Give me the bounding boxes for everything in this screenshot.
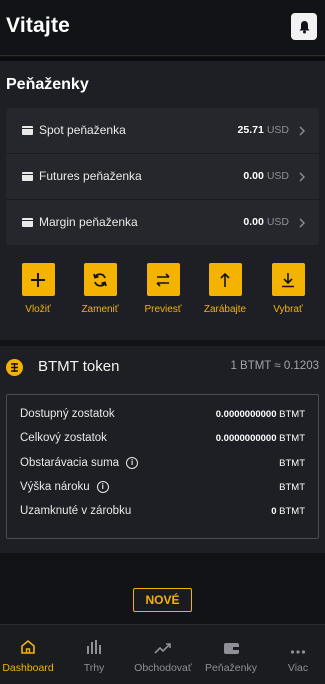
token-row: Obstarávacia suma i BTMT [7, 454, 318, 474]
wallet-card-icon [22, 218, 33, 227]
bell-icon [299, 20, 309, 33]
wallet-name: Futures peňaženka [39, 169, 142, 183]
token-row-value: BTMT [279, 458, 305, 469]
token-row: Dostupný zostatok 0.0000000000 BTMT [7, 405, 318, 425]
action-label: Previesť [144, 304, 182, 315]
token-row: Uzamknuté v zárobku 0 BTMT [7, 502, 318, 522]
arrow-up-icon [220, 272, 230, 287]
btmt-logo-icon [6, 359, 23, 376]
bar-chart-icon [87, 640, 101, 654]
token-row-value: 0.0000000000 BTMT [215, 433, 305, 444]
new-button[interactable]: NOVÉ [133, 588, 192, 612]
top-header: Vitajte [0, 0, 325, 56]
nav-markets[interactable]: Trhy [71, 625, 117, 684]
token-row-label: Celkový zostatok [20, 432, 107, 444]
token-details: Dostupný zostatok 0.0000000000 BTMT Celk… [6, 394, 319, 539]
wallet-name: Spot peňaženka [39, 123, 126, 137]
wallet-row-spot[interactable]: Spot peňaženka 25.71 USD [6, 108, 319, 154]
token-row-label: Dostupný zostatok [20, 408, 115, 420]
swap-button[interactable]: Zameniť [75, 263, 125, 315]
trend-icon [154, 643, 171, 654]
action-label: Vložiť [25, 304, 51, 315]
wallet-row-margin[interactable]: Margin peňaženka 0.00 USD [6, 200, 319, 246]
wallet-balance: 0.00 USD [243, 216, 289, 228]
earn-button[interactable]: Zarábajte [200, 263, 250, 315]
deposit-button[interactable]: Vložiť [13, 263, 63, 315]
withdraw-button[interactable]: Vybrať [263, 263, 313, 315]
wallet-name: Margin peňaženka [39, 215, 138, 229]
token-name: BTMT token [38, 358, 120, 375]
action-label: Zameniť [81, 304, 119, 315]
nav-label: Viac [287, 662, 309, 674]
transfer-button[interactable]: Previesť [138, 263, 188, 315]
wallet-balance: 25.71 USD [237, 124, 289, 136]
notifications-button[interactable] [291, 13, 317, 40]
token-row-label: Výška nároku i [20, 481, 109, 493]
new-area: NOVÉ [0, 553, 325, 624]
refresh-icon [93, 272, 107, 287]
quick-actions: Vložiť Zameniť Previesť Zarábajte Vybrať [0, 263, 325, 323]
chevron-right-icon [299, 218, 305, 228]
nav-wallets[interactable]: Peňaženky [202, 625, 260, 684]
more-icon [290, 650, 306, 654]
plus-icon [31, 272, 45, 287]
token-row: Výška nároku i BTMT [7, 478, 318, 498]
wallet-balance: 0.00 USD [243, 170, 289, 182]
wallet-card-icon [22, 172, 33, 181]
nav-more[interactable]: Viac [280, 625, 316, 684]
page-title: Vitajte [6, 14, 71, 37]
token-row-value: BTMT [279, 482, 305, 493]
token-row-label: Uzamknuté v zárobku [20, 505, 132, 517]
wallets-title: Peňaženky [6, 76, 89, 93]
bottom-nav: Dashboard Trhy Obchodovať Peňaženky Viac [0, 624, 325, 684]
action-label: Zarábajte [203, 304, 247, 315]
chevron-right-icon [299, 172, 305, 182]
wallets-section: Peňaženky Spot peňaženka 25.71 USD Future… [0, 61, 325, 340]
token-row: Celkový zostatok 0.0000000000 BTMT [7, 429, 318, 449]
transfer-icon [156, 272, 170, 287]
wallet-icon [223, 643, 239, 654]
download-icon [282, 272, 294, 287]
token-section: BTMT token 1 BTMT ≈ 0.1203 Dostupný zost… [0, 346, 325, 553]
wallet-list: Spot peňaženka 25.71 USD Futures peňaženk… [6, 108, 319, 245]
wallet-row-futures[interactable]: Futures peňaženka 0.00 USD [6, 154, 319, 200]
action-label: Vybrať [273, 304, 303, 315]
nav-label: Obchodovať [134, 662, 192, 674]
info-icon[interactable]: i [96, 481, 109, 493]
token-row-value: 0.0000000000 BTMT [215, 409, 305, 420]
wallet-card-icon [22, 126, 33, 135]
chevron-right-icon [299, 126, 305, 136]
nav-label: Dashboard [2, 662, 54, 674]
token-row-value: 0 BTMT [271, 506, 305, 517]
nav-label: Peňaženky [205, 662, 257, 674]
nav-label: Trhy [83, 662, 105, 674]
token-row-label: Obstarávacia suma i [20, 457, 139, 469]
nav-dashboard[interactable]: Dashboard [0, 625, 56, 684]
home-icon [21, 639, 35, 654]
token-rate: 1 BTMT ≈ 0.1203 [230, 360, 319, 372]
info-icon[interactable]: i [126, 457, 139, 469]
nav-trade[interactable]: Obchodovať [132, 625, 194, 684]
